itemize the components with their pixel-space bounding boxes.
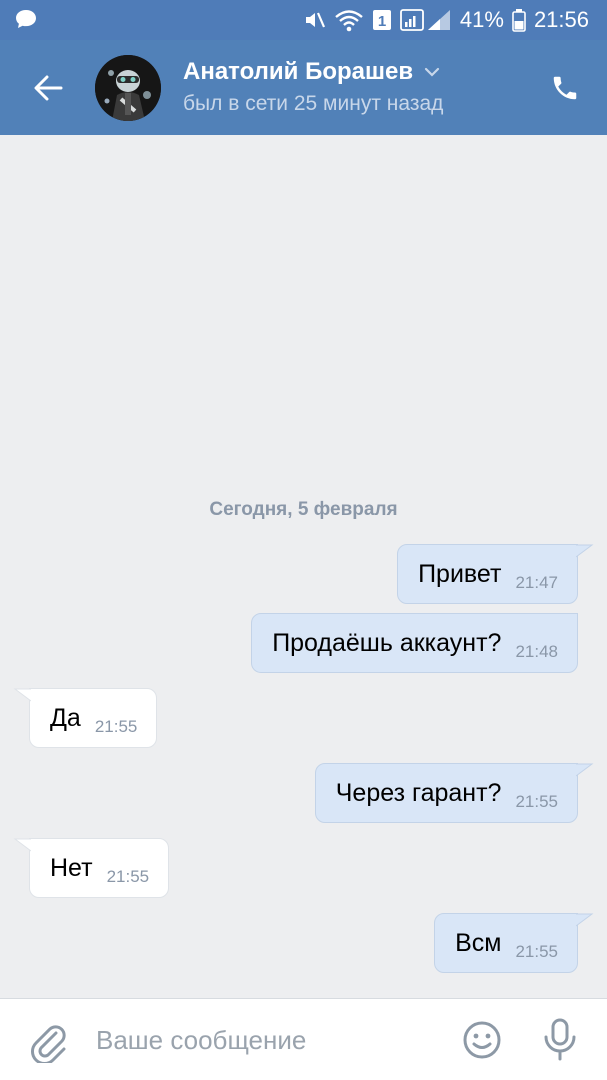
message-text: Всм (455, 928, 502, 957)
message-bubble-outgoing[interactable]: Продаёшь аккаунт? 21:48 (251, 613, 578, 673)
clock: 21:56 (533, 7, 589, 32)
message-text: Через гарант? (335, 778, 502, 807)
contact-name-text: Анатолий Борашев (183, 58, 414, 85)
message-bubble-outgoing[interactable]: Через гарант? 21:55 (314, 763, 594, 823)
call-button[interactable] (543, 66, 587, 110)
message-text: Да (50, 703, 81, 732)
message-text: Нет (50, 853, 93, 882)
signal-icon (399, 8, 452, 32)
message-time: 21:55 (94, 717, 138, 736)
chat-bubble-icon (14, 8, 38, 35)
message-time: 21:48 (515, 642, 558, 661)
message-bubble-incoming[interactable]: Нет 21:55 (13, 838, 170, 898)
message-list[interactable]: Сегодня, 5 февраля Привет 21:47 Продаёшь… (0, 135, 607, 998)
message-text: Привет (418, 559, 502, 588)
date-separator: Сегодня, 5 февраля (209, 499, 398, 520)
microphone-icon (544, 1018, 576, 1061)
message-time: 21:47 (515, 573, 558, 592)
chevron-down-icon (425, 67, 440, 77)
message-input[interactable] (96, 1017, 436, 1063)
paperclip-icon (31, 1025, 66, 1065)
contact-name[interactable]: Анатолий Борашев (183, 58, 441, 86)
message-time: 21:55 (515, 792, 558, 811)
battery-icon (512, 8, 526, 32)
svg-text:1: 1 (378, 13, 386, 30)
message-time: 21:55 (515, 942, 558, 961)
message-time: 21:55 (106, 867, 150, 886)
contact-status: был в сети 25 минут назад (183, 92, 444, 115)
avatar[interactable] (95, 55, 161, 121)
wifi-icon (334, 8, 364, 32)
phone-icon (553, 76, 577, 100)
attach-button[interactable] (28, 1019, 68, 1065)
mute-icon (302, 8, 326, 32)
emoji-button[interactable] (462, 1020, 502, 1060)
message-bubble-outgoing[interactable]: Привет 21:47 (397, 544, 594, 604)
sim-badge: 1 (372, 8, 392, 32)
back-button[interactable] (22, 66, 74, 110)
message-bubble-incoming[interactable]: Да 21:55 (13, 688, 158, 748)
battery-percent: 41% (459, 7, 504, 32)
message-text: Продаёшь аккаунт? (272, 628, 502, 657)
arrow-left-icon (34, 75, 63, 101)
message-composer (0, 998, 607, 1080)
smiley-icon (463, 1021, 501, 1059)
conversation-header: Анатолий Борашев был в сети 25 минут наз… (0, 40, 607, 135)
message-bubble-outgoing[interactable]: Всм 21:55 (434, 913, 594, 973)
status-bar: 1 41% 21:56 (0, 0, 607, 40)
voice-message-button[interactable] (540, 1017, 580, 1063)
